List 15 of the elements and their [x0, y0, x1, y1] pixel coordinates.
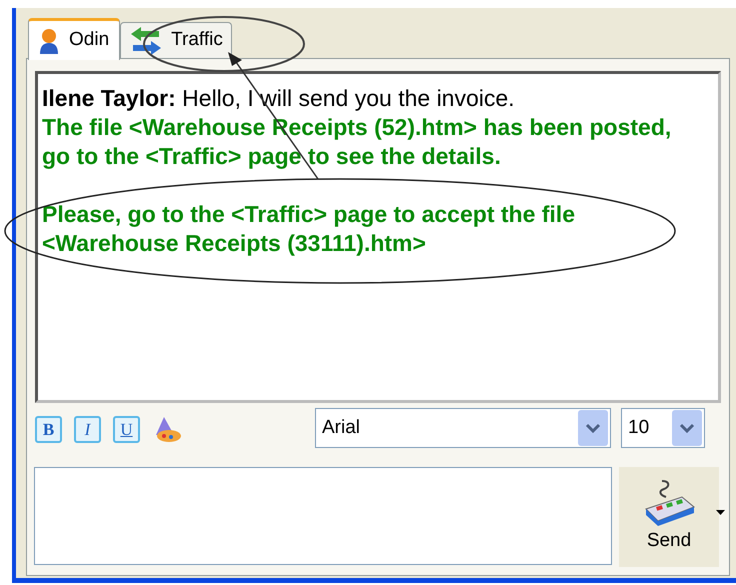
keyboard-icon	[642, 478, 696, 527]
send-button[interactable]: Send	[619, 467, 719, 567]
font-dropdown[interactable]: Arial	[315, 408, 611, 448]
size-dropdown[interactable]: 10	[621, 408, 705, 448]
bold-button[interactable]: B	[35, 416, 62, 442]
italic-button[interactable]: I	[74, 416, 101, 442]
system-message: Please, go to the <Traffic> page to accept the file <Warehouse Receipts (33111).htm>	[42, 201, 575, 256]
caret-icon	[716, 510, 725, 516]
tab[interactable]: Traffic	[120, 22, 232, 58]
arrows-icon	[129, 26, 164, 56]
person-icon	[39, 28, 59, 54]
tab[interactable]: Odin	[28, 18, 120, 60]
message-input[interactable]	[34, 467, 612, 565]
chat-message: Ilene Taylor: Hello, I will send you the invoice.	[42, 85, 515, 111]
underline-button[interactable]: U	[113, 416, 140, 442]
